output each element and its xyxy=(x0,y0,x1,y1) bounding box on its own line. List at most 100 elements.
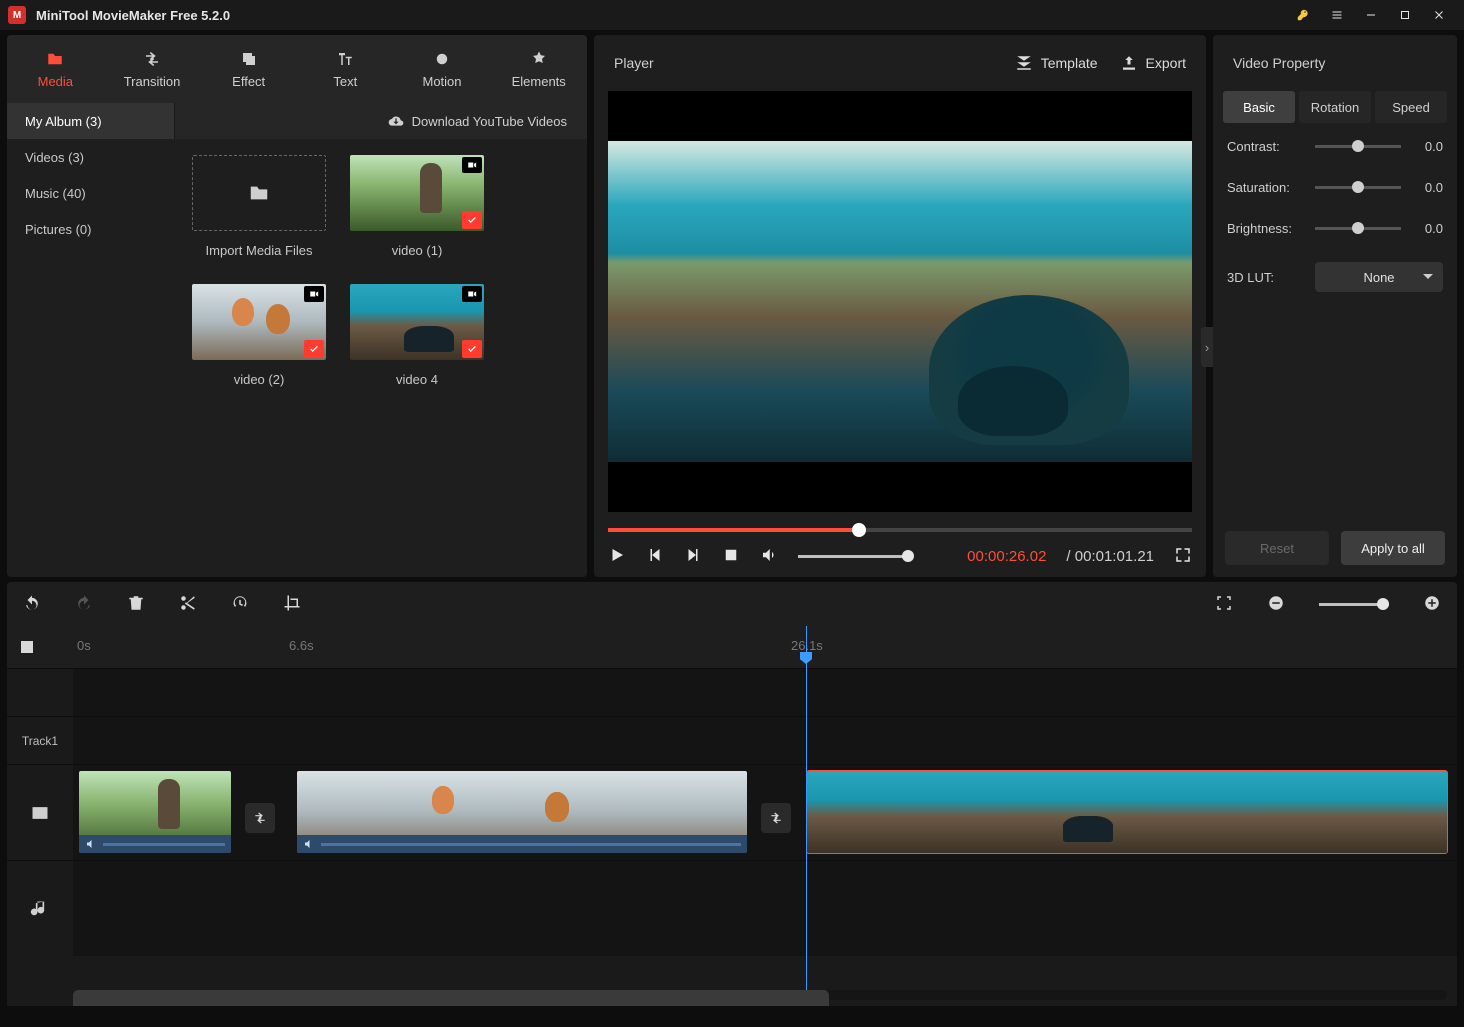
saturation-slider[interactable] xyxy=(1315,186,1401,189)
saturation-value: 0.0 xyxy=(1411,180,1443,195)
sidebar-item-pictures[interactable]: Pictures (0) xyxy=(7,211,174,247)
media-panel: Media Transition Effect Text Motion Elem… xyxy=(7,35,587,577)
selected-check-icon xyxy=(462,340,482,358)
tab-effect-label: Effect xyxy=(232,74,265,89)
speed-button[interactable] xyxy=(231,594,249,615)
playhead[interactable] xyxy=(806,626,807,1006)
zoom-slider[interactable] xyxy=(1319,603,1389,606)
sidebar-item-music[interactable]: Music (40) xyxy=(7,175,174,211)
contrast-value: 0.0 xyxy=(1411,139,1443,154)
timeline-scrollbar[interactable] xyxy=(73,990,1447,1000)
lut-label: 3D LUT: xyxy=(1227,270,1305,285)
brightness-value: 0.0 xyxy=(1411,221,1443,236)
apply-all-button[interactable]: Apply to all xyxy=(1341,531,1445,565)
video-badge-icon xyxy=(304,286,324,302)
maximize-button[interactable] xyxy=(1388,1,1422,29)
undo-button[interactable] xyxy=(23,594,41,615)
ruler-tick: 0s xyxy=(77,638,91,653)
clip-video-4[interactable] xyxy=(807,771,1447,853)
tool-tabs: Media Transition Effect Text Motion Elem… xyxy=(7,35,587,103)
tab-effect[interactable]: Effect xyxy=(200,35,297,103)
tab-text-label: Text xyxy=(333,74,357,89)
player-viewport[interactable] xyxy=(608,91,1192,512)
prop-tab-basic[interactable]: Basic xyxy=(1223,91,1295,123)
prev-frame-button[interactable] xyxy=(646,546,664,567)
menu-icon[interactable] xyxy=(1320,1,1354,29)
tab-elements[interactable]: Elements xyxy=(490,35,587,103)
seek-bar[interactable] xyxy=(608,528,1192,532)
license-key-icon[interactable] xyxy=(1286,1,1320,29)
track1-label: Track1 xyxy=(7,717,73,764)
cloud-download-icon xyxy=(388,113,404,129)
video-track[interactable] xyxy=(7,764,1457,860)
zoom-in-button[interactable] xyxy=(1423,594,1441,615)
contrast-label: Contrast: xyxy=(1227,139,1305,154)
split-button[interactable] xyxy=(179,594,197,615)
crop-button[interactable] xyxy=(283,594,301,615)
add-track-button[interactable] xyxy=(7,639,47,655)
audio-track-icon xyxy=(7,861,73,956)
delete-button[interactable] xyxy=(127,594,145,615)
redo-button[interactable] xyxy=(75,594,93,615)
play-button[interactable] xyxy=(608,546,626,567)
lut-select[interactable]: None xyxy=(1315,262,1443,292)
import-media-button[interactable]: Import Media Files xyxy=(192,155,326,258)
stop-button[interactable] xyxy=(722,546,740,567)
player-title: Player xyxy=(614,55,993,71)
timeline-ruler[interactable]: 0s 6.6s 26.1s xyxy=(7,626,1457,668)
player-panel: Player Template Export 00:00:26.02 / 0 xyxy=(594,35,1206,577)
fullscreen-button[interactable] xyxy=(1174,546,1192,567)
transition-slot-2[interactable] xyxy=(761,803,791,833)
track-header: Track1 xyxy=(7,716,1457,764)
saturation-label: Saturation: xyxy=(1227,180,1305,195)
panel-expand-button[interactable]: › xyxy=(1201,327,1213,367)
property-title: Video Property xyxy=(1213,35,1457,91)
timeline-toolbar xyxy=(7,582,1457,626)
media-item-video-4[interactable]: video 4 xyxy=(350,284,484,387)
zoom-fit-button[interactable] xyxy=(1215,594,1233,615)
template-button[interactable]: Template xyxy=(1015,54,1098,72)
media-item-video-2[interactable]: video (2) xyxy=(192,284,326,387)
sidebar-item-my-album[interactable]: My Album (3) xyxy=(7,103,174,139)
lut-row: 3D LUT: None xyxy=(1227,262,1443,292)
download-youtube-link[interactable]: Download YouTube Videos xyxy=(412,114,567,129)
tab-transition[interactable]: Transition xyxy=(104,35,201,103)
selected-check-icon xyxy=(304,340,324,358)
prop-tab-speed[interactable]: Speed xyxy=(1375,91,1447,123)
tab-media[interactable]: Media xyxy=(7,35,104,103)
audio-track[interactable] xyxy=(7,860,1457,956)
prop-tab-rotation[interactable]: Rotation xyxy=(1299,91,1371,123)
clip-video-1[interactable] xyxy=(79,771,231,853)
volume-button[interactable] xyxy=(760,546,778,567)
contrast-slider[interactable] xyxy=(1315,145,1401,148)
export-button[interactable]: Export xyxy=(1120,54,1186,72)
close-button[interactable] xyxy=(1422,1,1456,29)
transition-slot-1[interactable] xyxy=(245,803,275,833)
media-header: Download YouTube Videos xyxy=(174,103,587,139)
selected-check-icon xyxy=(462,211,482,229)
tab-motion[interactable]: Motion xyxy=(394,35,491,103)
zoom-out-button[interactable] xyxy=(1267,594,1285,615)
brightness-label: Brightness: xyxy=(1227,221,1305,236)
tab-text[interactable]: Text xyxy=(297,35,394,103)
media-item-video-1[interactable]: video (1) xyxy=(350,155,484,258)
speaker-icon xyxy=(303,838,315,853)
minimize-button[interactable] xyxy=(1354,1,1388,29)
clip-video-2[interactable] xyxy=(297,771,747,853)
tab-motion-label: Motion xyxy=(423,74,462,89)
sidebar-item-videos[interactable]: Videos (3) xyxy=(7,139,174,175)
timeline: 0s 6.6s 26.1s Track1 xyxy=(7,626,1457,1006)
media-item-label: video (1) xyxy=(392,243,443,258)
export-label: Export xyxy=(1146,55,1186,71)
tab-elements-label: Elements xyxy=(512,74,566,89)
reset-button[interactable]: Reset xyxy=(1225,531,1329,565)
titlebar: M MiniTool MovieMaker Free 5.2.0 xyxy=(0,0,1464,30)
tab-media-label: Media xyxy=(38,74,73,89)
volume-slider[interactable] xyxy=(798,555,908,558)
saturation-row: Saturation: 0.0 xyxy=(1227,180,1443,195)
property-tabs: Basic Rotation Speed xyxy=(1213,91,1457,123)
media-item-label: video (2) xyxy=(234,372,285,387)
next-frame-button[interactable] xyxy=(684,546,702,567)
brightness-slider[interactable] xyxy=(1315,227,1401,230)
lut-value: None xyxy=(1363,270,1394,285)
